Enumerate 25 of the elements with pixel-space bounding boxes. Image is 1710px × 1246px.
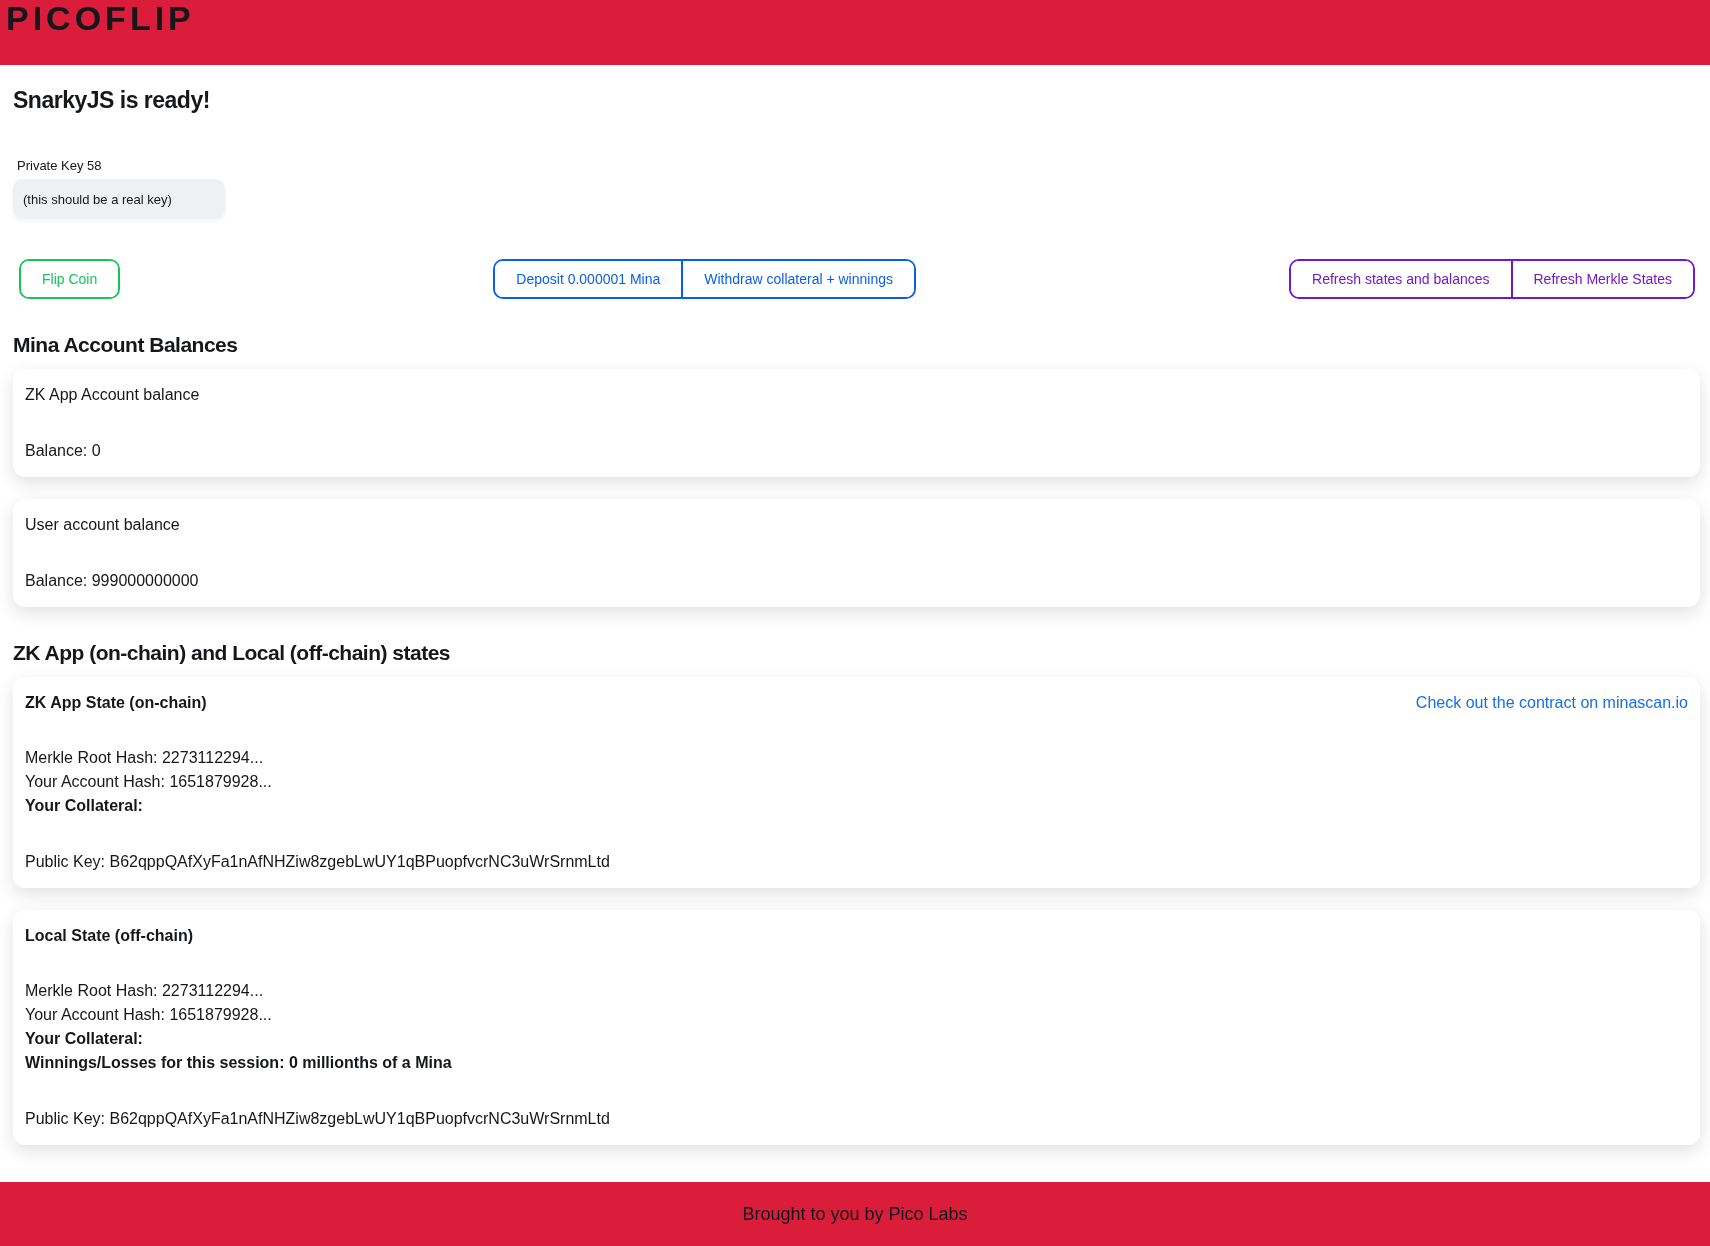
section-heading: ZK App (on-chain) and Local (off-chain) states [13,641,452,665]
state-line: Merkle Root Hash: 2273112294... [25,748,265,768]
status-title: SnarkyJS is ready! [13,87,211,114]
state-line: Winnings/Losses for this session: 0 millionths of a Mina [25,1053,453,1073]
card-title: User account balance [25,515,181,535]
card-title: Local State (off-chain) [25,926,193,946]
private-key-field[interactable]: (this should be a real key) [13,179,225,219]
app-logo: PICOFLIP [6,0,195,36]
state-line: Your Account Hash: 1651879928... [25,1005,273,1025]
state-line: Your Collateral: [25,796,144,816]
footer-text: Brought to you by Pico Labs [742,1203,968,1225]
public-key-text: Public Key: B62qppQAfXyFa1nAfNHZiw8zgebLwUY1qBPuopfvcrNC3uWrSrnmLtd [25,1109,611,1129]
card-title: ZK App Account balance [25,385,201,405]
balance-text: Balance: 999000000000 [25,571,200,591]
balance-text: Balance: 0 [25,441,102,461]
action-button[interactable]: Withdraw collateral + winnings [681,261,914,297]
section-heading: Mina Account Balances [13,333,239,357]
card-title: ZK App State (on-chain) [25,693,207,713]
private-key-label: Private Key 58 [17,158,102,173]
action-button[interactable]: Refresh Merkle States [1510,261,1693,297]
state-line: Your Account Hash: 1651879928... [25,772,273,792]
contract-link[interactable]: Check out the contract on minascan.io [1415,694,1688,712]
public-key-text: Public Key: B62qppQAfXyFa1nAfNHZiw8zgebLwUY1qBPuopfvcrNC3uWrSrnmLtd [25,852,611,872]
state-line: Merkle Root Hash: 2273112294... [25,981,265,1001]
state-line: Your Collateral: [25,1029,144,1049]
